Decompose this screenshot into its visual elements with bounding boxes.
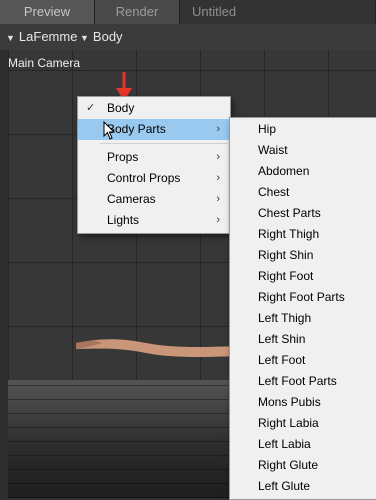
submenu-item-waist[interactable]: Waist [230, 140, 376, 161]
mouse-cursor-icon [103, 121, 116, 140]
submenu-item-mons-pubis[interactable]: Mons Pubis [230, 392, 376, 413]
menu-item-label: Right Foot [258, 269, 314, 283]
menu-item-label: Right Foot Parts [258, 290, 345, 304]
menu-item-props[interactable]: Props › [78, 147, 230, 168]
camera-label: Main Camera [8, 56, 81, 70]
submenu-item-hip[interactable]: Hip [230, 119, 376, 140]
menu-item-label: Props [107, 150, 139, 164]
menu-item-label: Left Labia [258, 437, 311, 451]
dropdown-triangle-icon: ▼ [6, 33, 15, 43]
submenu-item-chest-parts[interactable]: Chest Parts› [230, 203, 376, 224]
menu-item-label: Left Foot [258, 353, 306, 367]
menu-item-label: Left Glute [258, 479, 311, 493]
chevron-right-icon: › [216, 193, 220, 205]
figure-dropdown-label: LaFemme [18, 29, 78, 44]
menu-item-cameras[interactable]: Cameras › [78, 189, 230, 210]
menu-item-label: Left Shin [258, 332, 306, 346]
submenu-item-left-thigh[interactable]: Left Thigh [230, 308, 376, 329]
menu-separator [100, 143, 228, 144]
dropdown-triangle-icon: ▼ [80, 33, 89, 43]
body-part-dropdown[interactable]: ▼ Body [80, 24, 123, 50]
figure-dropdown[interactable]: ▼ LaFemme [6, 24, 77, 50]
menu-item-label: Control Props [107, 171, 181, 185]
submenu-item-right-thigh[interactable]: Right Thigh [230, 224, 376, 245]
menu-item-label: Hip [258, 122, 277, 136]
menu-item-label: Left Thigh [258, 311, 312, 325]
menu-item-label: Right Shin [258, 248, 314, 262]
menu-item-label: Right Labia [258, 416, 319, 430]
submenu-item-chest[interactable]: Chest [230, 182, 376, 203]
menu-item-label: Lights [107, 213, 140, 227]
body-part-dropdown-label: Body [92, 29, 123, 44]
menu-item-body[interactable]: ✓ Body [78, 98, 230, 119]
select-context-menu: ✓ Body Body Parts › Props › Control Prop… [77, 96, 231, 234]
submenu-item-abdomen[interactable]: Abdomen [230, 161, 376, 182]
menu-item-label: Abdomen [258, 164, 310, 178]
chevron-right-icon: › [216, 214, 220, 226]
tab-bar: Preview Render Untitled [0, 0, 376, 24]
chevron-right-icon: › [216, 172, 220, 184]
submenu-item-left-labia[interactable]: Left Labia [230, 434, 376, 455]
menu-item-lights[interactable]: Lights › [78, 210, 230, 231]
menu-item-label: Right Thigh [258, 227, 320, 241]
tab-preview[interactable]: Preview [0, 0, 95, 24]
figure-selector-bar: ▼ LaFemme ▼ Body [0, 24, 376, 50]
body-parts-submenu: Hip Waist Abdomen Chest Chest Parts› Rig… [229, 117, 376, 500]
submenu-item-left-foot-parts[interactable]: Left Foot Parts› [230, 371, 376, 392]
menu-item-control-props[interactable]: Control Props › [78, 168, 230, 189]
check-icon: ✓ [86, 102, 96, 114]
menu-item-label: Body [107, 101, 135, 115]
chevron-right-icon: › [216, 123, 220, 135]
menu-item-label: Cameras [107, 192, 156, 206]
menu-item-body-parts[interactable]: Body Parts › [78, 119, 230, 140]
submenu-item-right-foot-parts[interactable]: Right Foot Parts› [230, 287, 376, 308]
menu-item-label: Waist [258, 143, 288, 157]
submenu-item-right-foot[interactable]: Right Foot [230, 266, 376, 287]
submenu-item-left-foot[interactable]: Left Foot [230, 350, 376, 371]
submenu-item-right-labia[interactable]: Right Labia [230, 413, 376, 434]
chevron-right-icon: › [216, 151, 220, 163]
menu-item-label: Chest Parts [258, 206, 321, 220]
tab-render[interactable]: Render [95, 0, 180, 24]
menu-item-label: Left Foot Parts [258, 374, 337, 388]
submenu-item-right-shin[interactable]: Right Shin [230, 245, 376, 266]
menu-item-label: Right Glute [258, 458, 319, 472]
submenu-item-left-glute[interactable]: Left Glute [230, 476, 376, 497]
menu-item-label: Mons Pubis [258, 395, 321, 409]
submenu-item-right-glute[interactable]: Right Glute [230, 455, 376, 476]
menu-item-label: Chest [258, 185, 290, 199]
tab-untitled[interactable]: Untitled [180, 0, 376, 24]
submenu-item-left-shin[interactable]: Left Shin [230, 329, 376, 350]
